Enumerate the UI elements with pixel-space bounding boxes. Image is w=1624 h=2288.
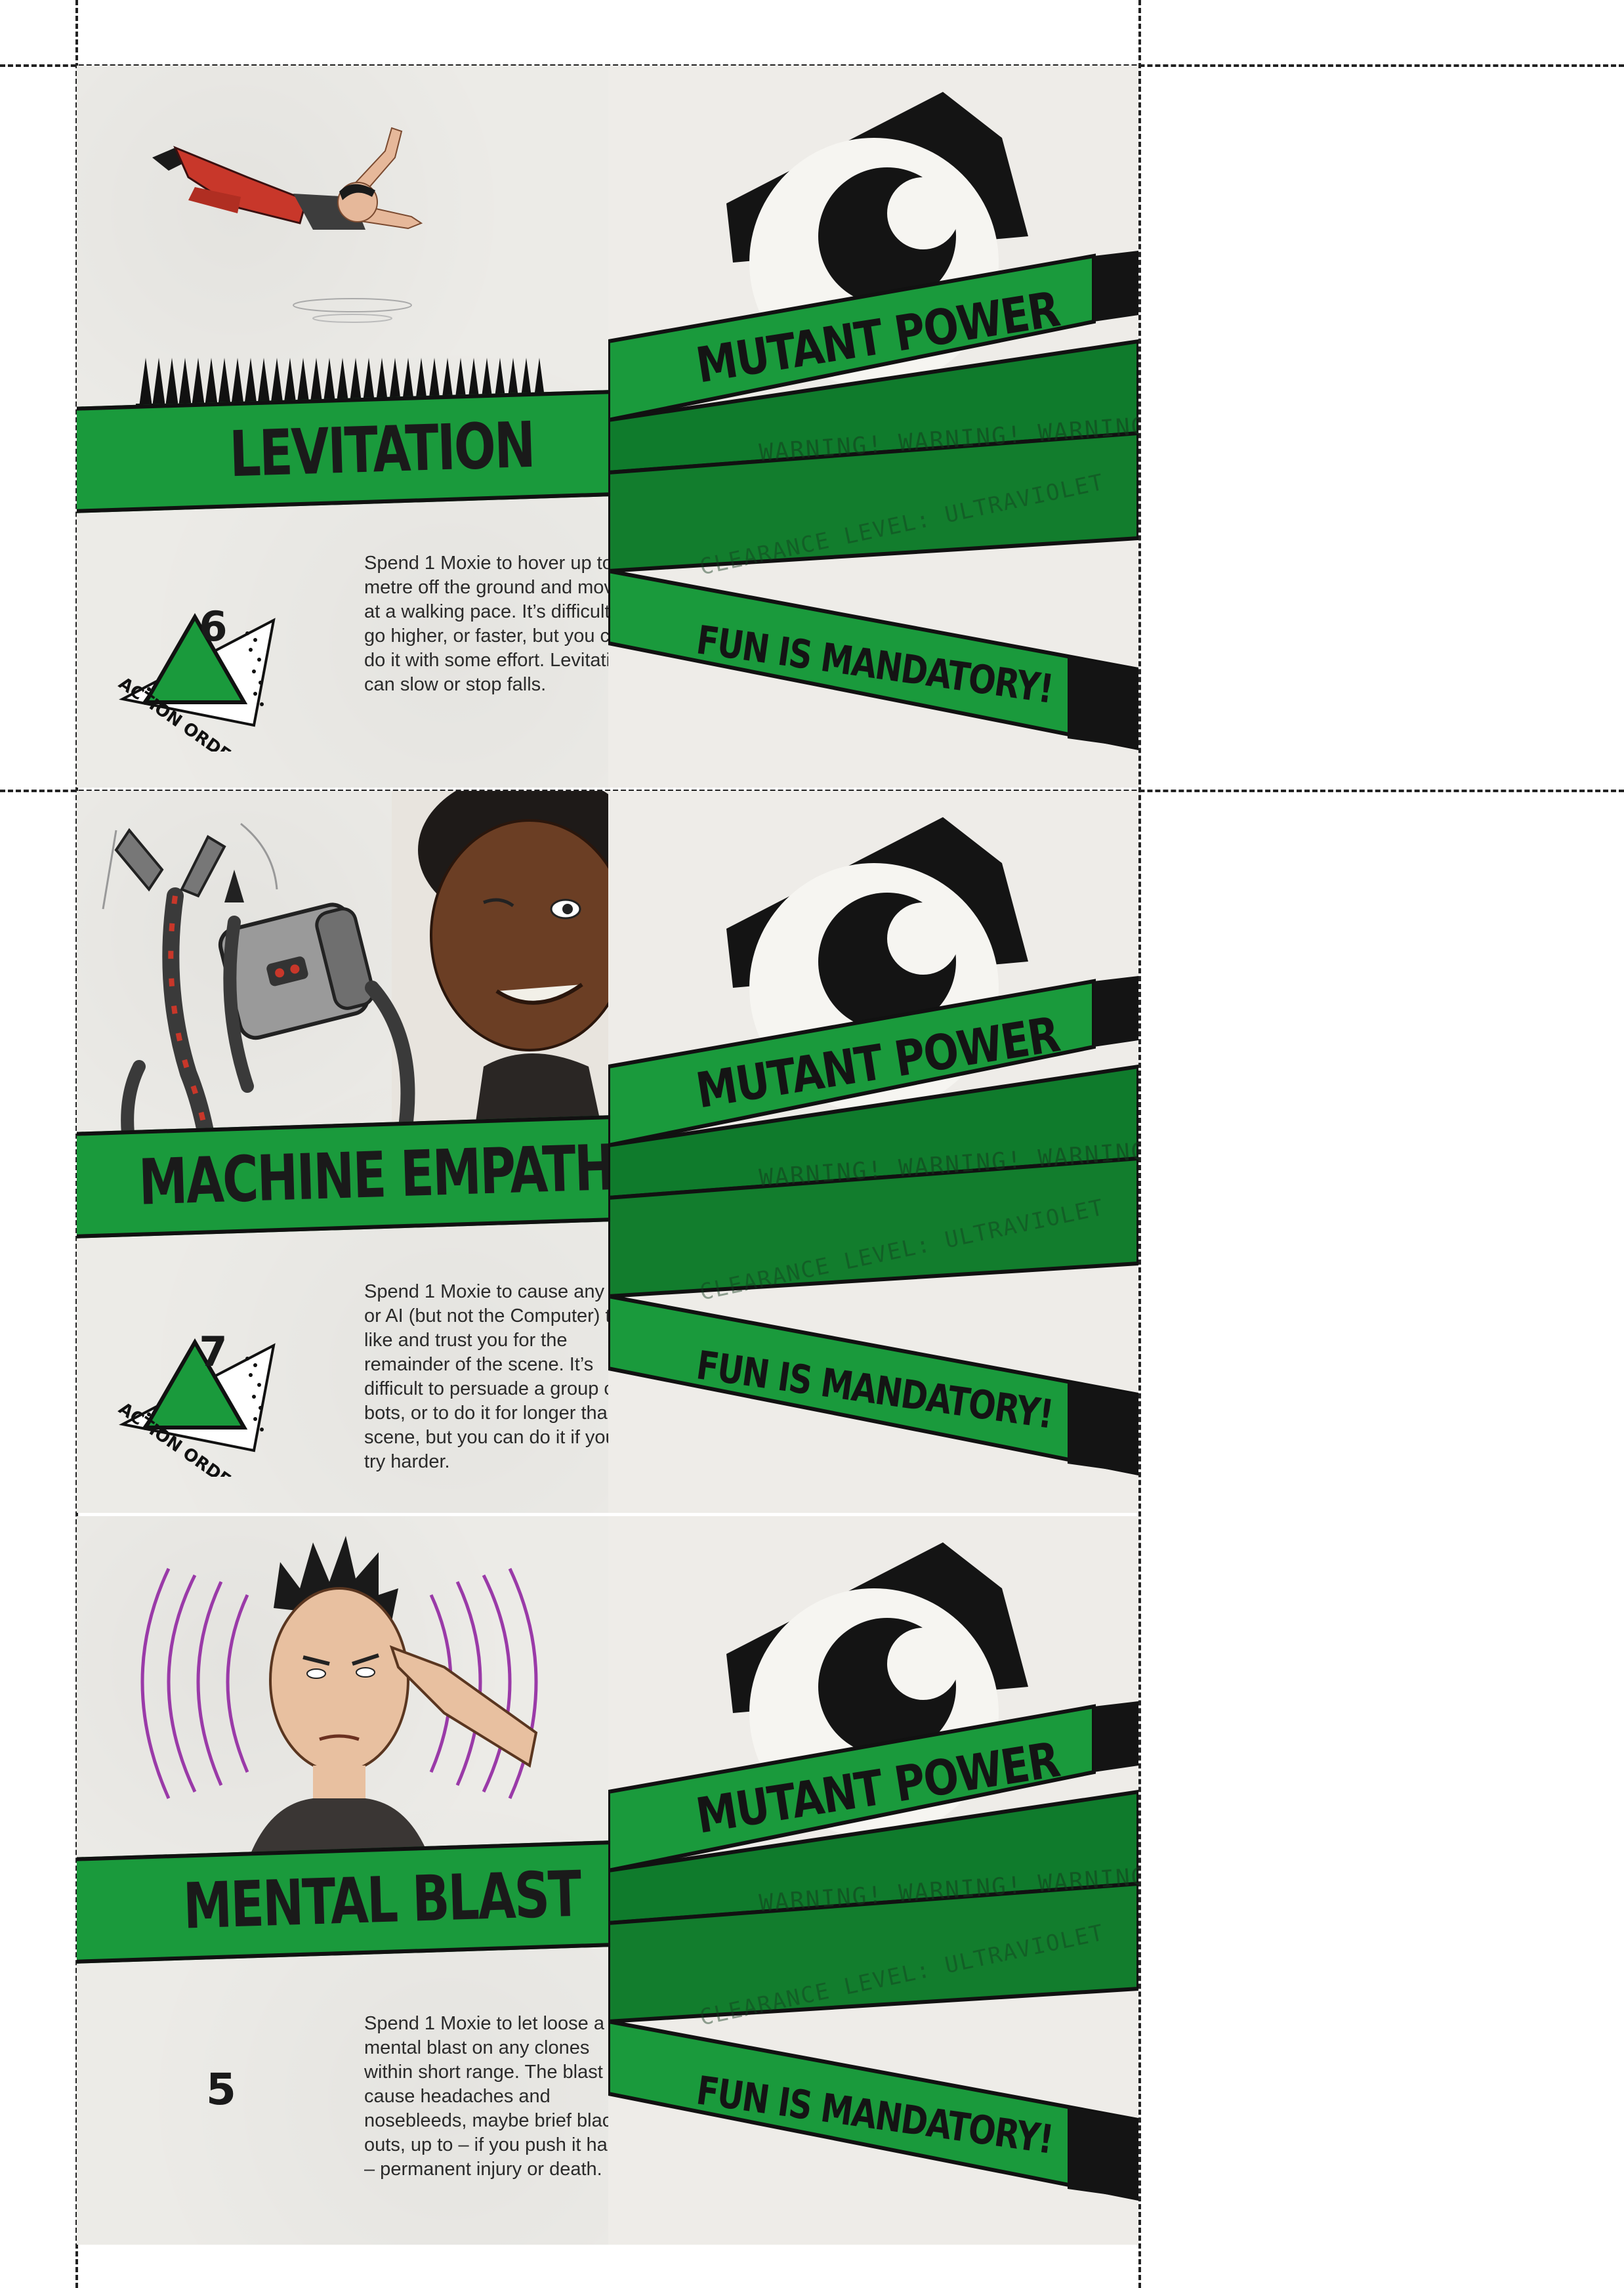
mental-blast-illustration <box>140 1536 538 1884</box>
action-order-number: 5 <box>206 2064 236 2115</box>
action-order-number: 6 <box>199 603 228 650</box>
action-order-badge: ACTION ORDER <box>103 1280 276 1477</box>
card-title-band: LEVITATION <box>77 387 608 513</box>
action-order-number: 7 <box>199 1328 228 1376</box>
card-front-machine-empathy: MACHINE EMPATHY ACTION ORDER 7 Spend 1 M… <box>77 791 608 1513</box>
card-front-levitation: LEVITATION ACTION ORDER 6 Spend 1 Moxie … <box>77 66 608 788</box>
card-description: Spend 1 Moxie to hover up to a metre off… <box>364 553 608 695</box>
card-title-band: MENTAL BLAST <box>77 1838 608 1964</box>
card-title: LEVITATION <box>228 408 535 492</box>
card-description: Spend 1 Moxie to cause any bot or AI (bu… <box>364 1281 608 1472</box>
card-back: MUTANT POWER WARNING! WARNING! WARNING! … <box>608 66 1138 788</box>
action-order-badge: ACTION ORDER <box>103 555 276 752</box>
card-title: MENTAL BLAST <box>182 1857 581 1943</box>
levitation-illustration <box>136 127 549 410</box>
card-title: MACHINE EMPATHY <box>137 1130 608 1219</box>
card-back: MUTANT POWER WARNING! WARNING! WARNING! … <box>608 791 1138 1513</box>
cut-line-right <box>1138 0 1141 2288</box>
card-title-band: MACHINE EMPATHY <box>77 1112 608 1239</box>
card-description: Spend 1 Moxie to let loose a mental blas… <box>364 2013 608 2180</box>
card-back: MUTANT POWER WARNING! WARNING! WARNING! … <box>608 1516 1138 2245</box>
machine-empathy-illustration <box>102 791 608 1158</box>
card-front-mental-blast: MENTAL BLAST 5 Spend 1 Moxie to let loos… <box>77 1516 608 2245</box>
